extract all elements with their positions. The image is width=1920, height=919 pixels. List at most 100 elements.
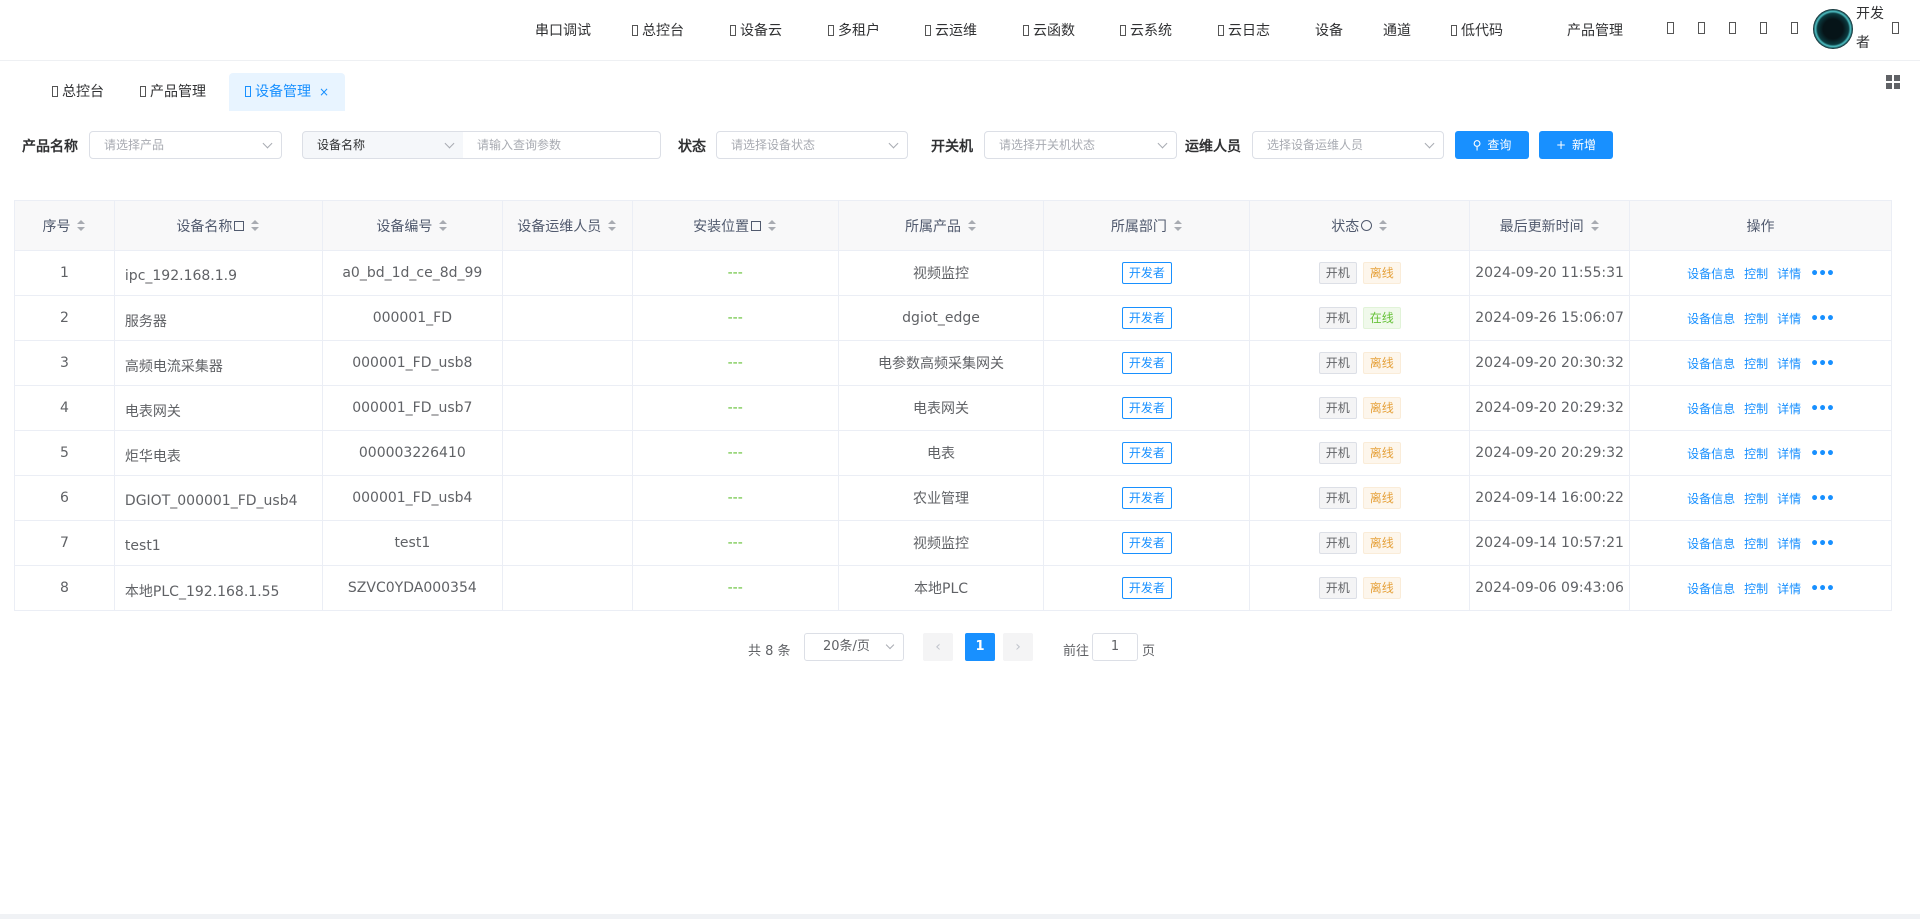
nav-item-product-management[interactable]: 产品管理 (1567, 20, 1623, 40)
tab-product-management[interactable]: 产品管理 (140, 73, 206, 111)
control-link[interactable]: 控制 (1744, 537, 1768, 551)
header-product[interactable]: 所属产品 (838, 200, 1045, 251)
table-row[interactable]: 5 炬华电表 000003226410 --- 电表 开发者 开机 离线 2024-09-20 … (14, 430, 1892, 476)
ops-select[interactable]: 选择设备运维人员 (1252, 131, 1444, 159)
table-row[interactable]: 6 DGIOT_000001_FD_usb4 000001_FD_usb4 --- 农业… (14, 475, 1892, 521)
header-status[interactable]: 状态 (1249, 200, 1471, 251)
prev-page-button[interactable]: ‹ (923, 633, 953, 661)
nav-item-device-cloud[interactable]: 设备云 (730, 20, 782, 40)
sort-icon[interactable] (250, 219, 260, 232)
detail-link[interactable]: 详情 (1777, 312, 1801, 326)
device-info-link[interactable]: 设备信息 (1687, 312, 1735, 326)
more-actions-icon[interactable]: ••• (1810, 401, 1835, 417)
sort-icon[interactable] (1590, 219, 1600, 232)
detail-link[interactable]: 详情 (1777, 267, 1801, 281)
dept-badge: 开发者 (1121, 352, 1172, 374)
nav-item-cloud-log[interactable]: 云日志 (1218, 20, 1270, 40)
chevron-down-icon (888, 138, 899, 149)
query-input[interactable]: 请输入查询参数 (463, 131, 661, 159)
more-actions-icon[interactable]: ••• (1810, 266, 1835, 282)
more-actions-icon[interactable]: ••• (1810, 446, 1835, 462)
settings-icon[interactable] (1892, 22, 1899, 34)
nav-item-channel[interactable]: 通道 (1383, 20, 1411, 40)
next-page-button[interactable]: › (1003, 633, 1033, 661)
device-info-link[interactable]: 设备信息 (1687, 492, 1735, 506)
page-size-select[interactable]: 20条/页 (804, 633, 904, 661)
control-link[interactable]: 控制 (1744, 357, 1768, 371)
detail-link[interactable]: 详情 (1777, 492, 1801, 506)
more-actions-icon[interactable]: ••• (1810, 536, 1835, 552)
nav-item-low-code[interactable]: 低代码 (1451, 20, 1503, 40)
avatar[interactable] (1813, 9, 1853, 49)
close-icon[interactable]: × (319, 85, 329, 99)
search-icon[interactable] (1667, 22, 1674, 34)
more-actions-icon[interactable]: ••• (1810, 311, 1835, 327)
header-code[interactable]: 设备编号 (322, 200, 503, 251)
nav-item-device[interactable]: 设备 (1315, 20, 1343, 40)
page-number-current[interactable]: 1 (965, 633, 995, 661)
grid-icon[interactable] (1886, 75, 1900, 89)
goto-page-input[interactable]: 1 (1092, 633, 1138, 661)
device-info-link[interactable]: 设备信息 (1687, 267, 1735, 281)
detail-link[interactable]: 详情 (1777, 537, 1801, 551)
control-link[interactable]: 控制 (1744, 447, 1768, 461)
font-size-icon[interactable] (1729, 22, 1736, 34)
product-select[interactable]: 请选择产品 (89, 131, 282, 159)
tab-console[interactable]: 总控台 (52, 73, 104, 111)
more-actions-icon[interactable]: ••• (1810, 356, 1835, 372)
header-dept[interactable]: 所属部门 (1043, 200, 1251, 251)
detail-link[interactable]: 详情 (1777, 357, 1801, 371)
nav-item-cloud-system[interactable]: 云系统 (1120, 20, 1172, 40)
table-row[interactable]: 8 本地PLC_192.168.1.55 SZVC0YDA000354 --- 本地PL… (14, 565, 1892, 611)
table-row[interactable]: 7 test1 test1 --- 视频监控 开发者 开机 离线 2024-09-14 10:5… (14, 520, 1892, 566)
header-ops[interactable]: 设备运维人员 (502, 200, 633, 251)
notification-icon[interactable] (1791, 22, 1798, 34)
sort-icon[interactable] (967, 219, 977, 232)
table-row[interactable]: 4 电表网关 000001_FD_usb7 --- 电表网关 开发者 开机 离线 2024-09… (14, 385, 1892, 431)
cell-product: 电参数高频采集网关 (838, 340, 1045, 386)
control-link[interactable]: 控制 (1744, 312, 1768, 326)
nav-item-multi-tenant[interactable]: 多租户 (828, 20, 880, 40)
language-icon[interactable] (1760, 22, 1767, 34)
sort-icon[interactable] (767, 219, 777, 232)
status-select[interactable]: 请选择设备状态 (716, 131, 908, 159)
sort-icon[interactable] (1378, 219, 1388, 232)
power-select[interactable]: 请选择开关机状态 (984, 131, 1177, 159)
header-location[interactable]: 安装位置 (632, 200, 839, 251)
device-info-link[interactable]: 设备信息 (1687, 402, 1735, 416)
control-link[interactable]: 控制 (1744, 402, 1768, 416)
fullscreen-icon[interactable] (1698, 22, 1705, 34)
device-info-link[interactable]: 设备信息 (1687, 582, 1735, 596)
device-info-link[interactable]: 设备信息 (1687, 357, 1735, 371)
sort-icon[interactable] (438, 219, 448, 232)
header-name[interactable]: 设备名称 (114, 200, 323, 251)
sort-icon[interactable] (607, 219, 617, 232)
header-updated[interactable]: 最后更新时间 (1469, 200, 1631, 251)
device-info-link[interactable]: 设备信息 (1687, 447, 1735, 461)
table-row[interactable]: 1 ipc_192.168.1.9 a0_bd_1d_ce_8d_99 --- 视频监控… (14, 250, 1892, 296)
detail-link[interactable]: 详情 (1777, 582, 1801, 596)
nav-item-serial-debug[interactable]: 串口调试 (535, 20, 591, 40)
control-link[interactable]: 控制 (1744, 267, 1768, 281)
user-name[interactable]: 开发者 (1856, 0, 1886, 58)
cell-actions: 设备信息 控制 详情 ••• (1629, 475, 1892, 521)
add-button[interactable]: + 新增 (1539, 131, 1613, 159)
nav-item-cloud-functions[interactable]: 云函数 (1023, 20, 1075, 40)
field-select[interactable]: 设备名称 (302, 131, 464, 159)
nav-item-console[interactable]: 总控台 (632, 20, 684, 40)
device-info-link[interactable]: 设备信息 (1687, 537, 1735, 551)
control-link[interactable]: 控制 (1744, 582, 1768, 596)
table-row[interactable]: 3 高频电流采集器 000001_FD_usb8 --- 电参数高频采集网关 开发者 开机离… (14, 340, 1892, 386)
table-row[interactable]: 2 服务器 000001_FD --- dgiot_edge 开发者 开机 在线 2024-09… (14, 295, 1892, 341)
header-index[interactable]: 序号 (14, 200, 115, 251)
sort-icon[interactable] (1173, 219, 1183, 232)
nav-item-cloud-ops[interactable]: 云运维 (925, 20, 977, 40)
detail-link[interactable]: 详情 (1777, 447, 1801, 461)
more-actions-icon[interactable]: ••• (1810, 491, 1835, 507)
search-button[interactable]: ⚲ 查询 (1455, 131, 1529, 159)
detail-link[interactable]: 详情 (1777, 402, 1801, 416)
control-link[interactable]: 控制 (1744, 492, 1768, 506)
tab-device-management[interactable]: 设备管理 × (229, 73, 346, 111)
sort-icon[interactable] (76, 219, 86, 232)
more-actions-icon[interactable]: ••• (1810, 581, 1835, 597)
